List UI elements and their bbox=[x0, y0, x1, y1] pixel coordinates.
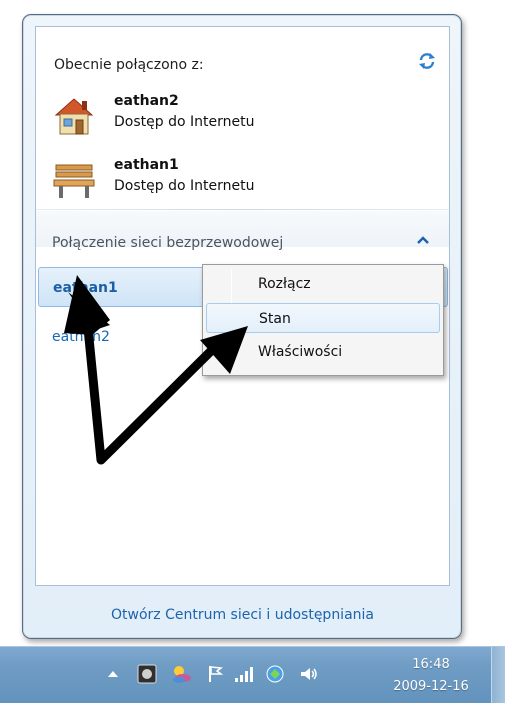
menu-item-label: Właściwości bbox=[258, 344, 343, 360]
network-status: Dostęp do Internetu bbox=[114, 178, 255, 194]
menu-item-disconnect[interactable]: Rozłącz bbox=[206, 269, 440, 299]
connected-title: Obecnie połączono z: bbox=[54, 57, 204, 73]
taskbar: 16:48 2009-12-16 bbox=[0, 646, 505, 703]
menu-item-status[interactable]: Stan bbox=[206, 303, 440, 333]
network-status: Dostęp do Internetu bbox=[114, 114, 255, 130]
show-hidden-icons-arrow[interactable] bbox=[102, 663, 124, 685]
network-name: eathan1 bbox=[114, 157, 179, 173]
clock-time[interactable]: 16:48 bbox=[381, 657, 481, 672]
flag-icon[interactable] bbox=[204, 663, 226, 685]
show-desktop-button[interactable] bbox=[491, 647, 505, 703]
menu-item-label: Rozłącz bbox=[258, 276, 311, 292]
signal-icon[interactable] bbox=[232, 663, 254, 685]
screenshot-page: Obecnie połączono z: eathan2 Dostęp do I… bbox=[0, 0, 505, 703]
refresh-icon[interactable] bbox=[417, 51, 437, 71]
wireless-network-label: eathan1 bbox=[53, 280, 118, 296]
bench-public-network-icon bbox=[53, 164, 95, 198]
network-icon[interactable] bbox=[264, 663, 286, 685]
section-title: Połączenie sieci bezprzewodowej bbox=[52, 235, 284, 251]
security-icon[interactable] bbox=[136, 663, 158, 685]
clock-date[interactable]: 2009-12-16 bbox=[381, 679, 481, 694]
section-separator bbox=[36, 209, 449, 210]
volume-icon[interactable] bbox=[298, 663, 320, 685]
menu-item-label: Stan bbox=[259, 311, 291, 327]
chevron-up-icon[interactable] bbox=[417, 235, 429, 245]
wireless-network-label: eathan2 bbox=[52, 329, 110, 345]
network-name: eathan2 bbox=[114, 93, 179, 109]
connected-network-eathan1: eathan1 Dostęp do Internetu bbox=[50, 157, 380, 209]
house-network-icon bbox=[54, 98, 94, 135]
open-network-center-link[interactable]: Otwórz Centrum sieci i udostępniania bbox=[36, 589, 449, 641]
connected-network-eathan2: eathan2 Dostęp do Internetu bbox=[50, 93, 380, 145]
context-menu: Rozłącz Stan Właściwości bbox=[202, 264, 444, 376]
menu-item-properties[interactable]: Właściwości bbox=[206, 337, 440, 367]
weather-icon[interactable] bbox=[170, 663, 192, 685]
